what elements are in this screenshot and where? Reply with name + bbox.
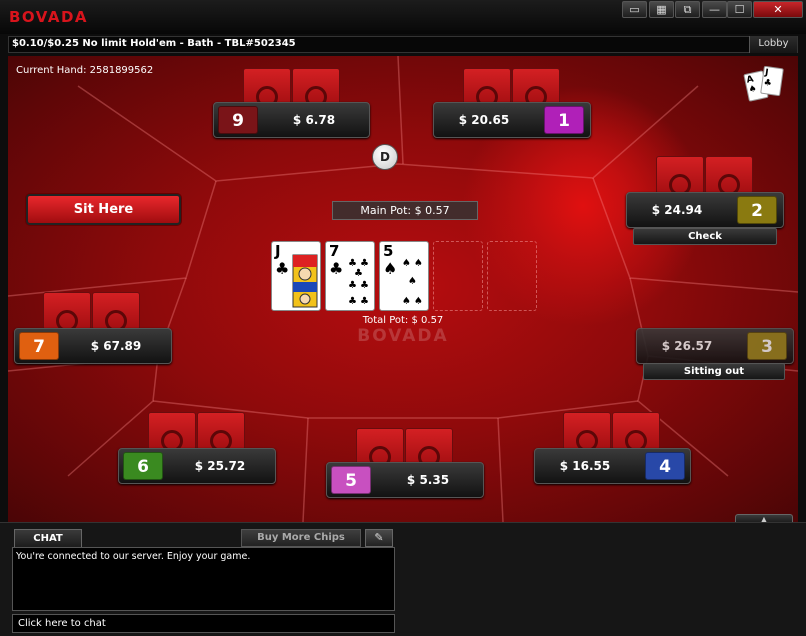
hole-card-back — [43, 292, 91, 332]
player-action-status: Sitting out — [643, 363, 785, 380]
svg-text:♣: ♣ — [360, 296, 369, 307]
card-rank: 7 — [329, 242, 340, 260]
player-plate: 7 $ 67.89 — [14, 328, 172, 364]
table-info-bar: $0.10/$0.25 No limit Hold'em - Bath - TB… — [8, 36, 798, 53]
stack-amount: $ 24.94 — [651, 203, 703, 217]
hole-card-back — [563, 412, 611, 452]
maximize-button[interactable]: ☐ — [727, 1, 752, 18]
stack-amount: $ 20.65 — [458, 113, 510, 127]
hand-rankings-cards-icon[interactable]: A ♠ J ♣ — [743, 64, 788, 104]
player-plate: $ 20.65 1 — [433, 102, 591, 138]
hole-card-back — [705, 156, 753, 196]
player-plate: $ 16.55 4 — [534, 448, 691, 484]
hole-card-back — [148, 412, 196, 452]
card-suit: ♠ — [383, 259, 398, 278]
current-hand-label: Current Hand: 2581899562 — [16, 65, 154, 76]
layout-grid-icon[interactable]: ▦ — [649, 1, 674, 18]
svg-text:♣: ♣ — [348, 280, 357, 291]
svg-text:♣: ♣ — [354, 268, 363, 279]
svg-text:♠: ♠ — [414, 296, 423, 307]
hole-card-back — [512, 68, 560, 108]
svg-text:♠: ♠ — [402, 258, 411, 269]
corner-card-suit: ♣ — [762, 77, 773, 89]
stack-amount: $ 6.78 — [292, 113, 336, 127]
seat-number: 6 — [123, 452, 163, 480]
title-bar: BOVADA ▭ ▦ ⧉ — ☐ ✕ — [0, 0, 806, 34]
spade-pips-art: ♠ ♠ ♠ ♠ ♠ — [402, 258, 423, 307]
player-plate: $ 26.57 3 — [636, 328, 794, 364]
corner-card-suit: ♠ — [747, 84, 758, 96]
board-card: J ♣ — [271, 241, 321, 311]
hole-card-back — [243, 68, 291, 108]
svg-text:♠: ♠ — [408, 276, 417, 287]
seat-number: 1 — [544, 106, 584, 134]
felt-logo: BOVADA — [357, 326, 449, 346]
chat-input[interactable]: Click here to chat — [12, 614, 395, 633]
dealer-button: D — [372, 144, 398, 170]
empty-board-slot-river — [487, 241, 537, 311]
bovada-logo: BOVADA — [9, 8, 89, 26]
lobby-button[interactable]: Lobby — [749, 36, 797, 53]
svg-text:♠: ♠ — [402, 296, 411, 307]
chat-message: You're connected to our server. Enjoy yo… — [16, 551, 251, 562]
seat-number: 5 — [331, 466, 371, 494]
corner-card-rank: J — [764, 68, 770, 79]
stack-amount: $ 25.72 — [194, 459, 246, 473]
seat-number: 4 — [645, 452, 685, 480]
chat-panel: CHAT Buy More Chips ✎ You're connected t… — [0, 522, 806, 636]
player-plate: 5 $ 5.35 — [326, 462, 484, 498]
card-rank: J — [275, 242, 281, 260]
stack-amount: $ 26.57 — [661, 339, 713, 353]
player-plate: $ 24.94 2 — [626, 192, 784, 228]
svg-text:♣: ♣ — [348, 296, 357, 307]
svg-text:♣: ♣ — [360, 280, 369, 291]
hole-card-back — [405, 428, 453, 468]
card-suit: ♣ — [329, 259, 344, 278]
hole-card-back — [612, 412, 660, 452]
chat-settings-icon[interactable]: ✎ — [365, 529, 393, 547]
jack-face-art — [292, 254, 318, 308]
player-action-status: Check — [633, 228, 777, 245]
stack-amount: $ 5.35 — [406, 473, 450, 487]
player-plate: 9 $ 6.78 — [213, 102, 370, 138]
hole-card-back — [356, 428, 404, 468]
poker-client-window: BOVADA ▭ ▦ ⧉ — ☐ ✕ $0.10/$0.25 No limit … — [0, 0, 806, 636]
stack-amount: $ 67.89 — [90, 339, 142, 353]
table-info-text: $0.10/$0.25 No limit Hold'em - Bath - TB… — [12, 38, 296, 49]
total-pot-label: Total Pot: $ 0.57 — [362, 315, 444, 326]
seat-number: 3 — [747, 332, 787, 360]
poker-table-felt: Current Hand: 2581899562 A ♠ J ♣ 9 $ 6.78 … — [8, 56, 798, 522]
seat-number: 2 — [737, 196, 777, 224]
hole-card-back — [463, 68, 511, 108]
hole-card-back — [197, 412, 245, 452]
hole-card-back — [92, 292, 140, 332]
chat-log: You're connected to our server. Enjoy yo… — [12, 547, 395, 611]
stack-amount: $ 16.55 — [559, 459, 611, 473]
layout-cascade-icon[interactable]: ⧉ — [675, 1, 700, 18]
hole-card-back — [292, 68, 340, 108]
buy-more-chips-button[interactable]: Buy More Chips — [241, 529, 361, 547]
seat-number: 9 — [218, 106, 258, 134]
card-rank: 5 — [383, 242, 394, 260]
tab-chat[interactable]: CHAT — [14, 529, 82, 547]
main-pot-label: Main Pot: $ 0.57 — [332, 201, 478, 220]
minimize-button[interactable]: — — [702, 1, 727, 18]
svg-text:♠: ♠ — [414, 258, 423, 269]
player-plate: 6 $ 25.72 — [118, 448, 276, 484]
sit-here-button[interactable]: Sit Here — [26, 194, 181, 225]
board-card: 7 ♣ ♣ ♣ ♣ ♣ ♣ ♣ ♣ — [325, 241, 375, 311]
empty-board-slot-turn — [433, 241, 483, 311]
card-suit: ♣ — [275, 259, 290, 278]
club-pips-art: ♣ ♣ ♣ ♣ ♣ ♣ ♣ — [348, 258, 369, 307]
board-card: 5 ♠ ♠ ♠ ♠ ♠ ♠ — [379, 241, 429, 311]
hole-card-back — [656, 156, 704, 196]
close-button[interactable]: ✕ — [753, 1, 803, 18]
layout-single-icon[interactable]: ▭ — [622, 1, 647, 18]
seat-number: 7 — [19, 332, 59, 360]
